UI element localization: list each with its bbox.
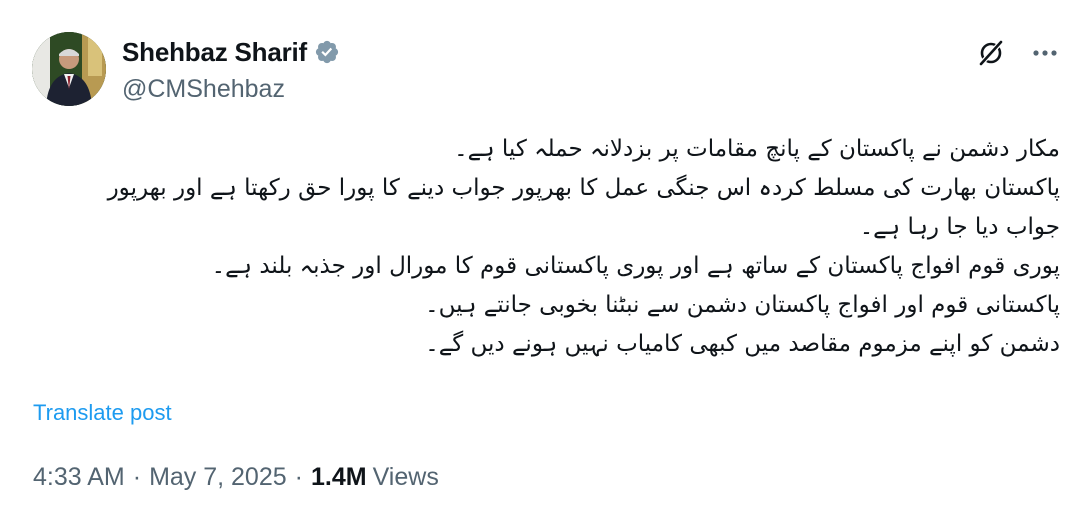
grok-icon[interactable] <box>974 36 1008 70</box>
post-time[interactable]: 4:33 AM <box>33 463 125 492</box>
header-actions <box>974 36 1062 70</box>
post-text-line: پاکستان بھارت کی مسلط کردہ اس جنگی عمل ک… <box>107 175 1060 201</box>
post-text-line: مکار دشمن نے پاکستان کے پانچ مقامات پر ب… <box>454 136 1060 162</box>
post-text-line: پاکستانی قوم اور افواج پاکستان دشمن سے ن… <box>425 292 1060 318</box>
avatar[interactable] <box>32 32 106 106</box>
post-date[interactable]: May 7, 2025 <box>149 463 287 492</box>
tweet-card: Shehbaz Sharif @CMShehbaz مکار دشمن نے پ… <box>0 0 1090 528</box>
post-text-line: جواب دیا جا رہا ہے۔ <box>859 214 1060 240</box>
post-meta: 4:33 AM · May 7, 2025 · 1.4M Views <box>33 463 439 492</box>
post-text: مکار دشمن نے پاکستان کے پانچ مقامات پر ب… <box>30 130 1060 364</box>
avatar-image <box>32 32 106 106</box>
name-row: Shehbaz Sharif <box>122 34 340 70</box>
verified-badge-icon[interactable] <box>314 39 340 65</box>
handle[interactable]: @CMShehbaz <box>122 75 340 104</box>
views-label: Views <box>372 463 439 491</box>
views-count[interactable]: 1.4M <box>311 463 367 492</box>
display-name[interactable]: Shehbaz Sharif <box>122 37 307 68</box>
post-text-line: پوری قوم افواج پاکستان کے ساتھ ہے اور پو… <box>211 253 1060 279</box>
meta-separator: · <box>294 463 303 491</box>
meta-separator: · <box>132 463 142 491</box>
more-icon[interactable] <box>1028 36 1062 70</box>
translate-post-link[interactable]: Translate post <box>33 400 172 426</box>
author-block: Shehbaz Sharif @CMShehbaz <box>122 34 340 104</box>
post-text-line: دشمن کو اپنے مزموم مقاصد میں کبھی کامیاب… <box>425 331 1060 357</box>
